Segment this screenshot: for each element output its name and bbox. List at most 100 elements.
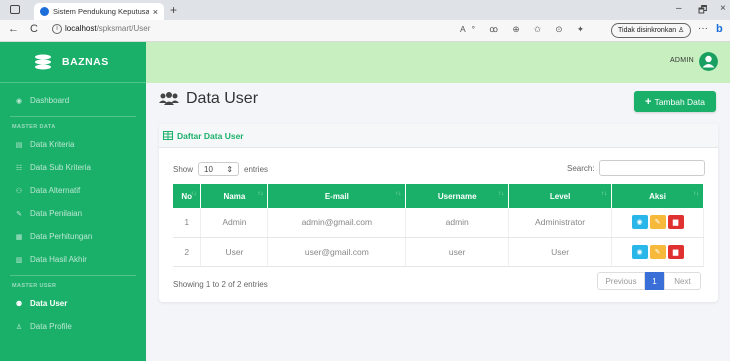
sidebar-item-data-user[interactable]: ⚉ Data User xyxy=(0,292,146,315)
reload-button[interactable]: C xyxy=(30,23,38,35)
entries-label: entries xyxy=(244,164,269,174)
sidebar-item-data-profile[interactable]: ♙ Data Profile xyxy=(0,315,146,338)
close-window-button[interactable]: × xyxy=(720,3,726,14)
show-label: Show xyxy=(173,164,194,174)
edit-button[interactable]: ✎ xyxy=(649,244,666,259)
bing-icon[interactable]: b xyxy=(716,23,723,35)
users-icon xyxy=(159,92,179,105)
more-menu-button[interactable]: ··· xyxy=(698,23,708,34)
edit-icon: ✎ xyxy=(654,219,661,227)
trash-icon: ▆ xyxy=(672,248,679,256)
tab-actions-icon[interactable] xyxy=(10,5,20,14)
search-input[interactable] xyxy=(598,160,705,176)
site-info-icon[interactable]: i xyxy=(52,24,62,34)
tab-close-icon[interactable]: × xyxy=(153,7,158,17)
column-header-label: E-mail xyxy=(324,191,349,201)
delete-button[interactable]: ▆ xyxy=(667,215,684,230)
cell-level: User xyxy=(508,237,613,267)
sidebar-item-data-perhitungan[interactable]: ▦ Data Perhitungan xyxy=(0,225,146,248)
brand[interactable]: BAZNAS xyxy=(0,42,146,83)
users-table: No ↑↓ Nama ↑↓ E-mail ↑↓ Username ↑↓ Level ↑↓ … xyxy=(173,184,704,267)
cell-nama: Admin xyxy=(200,208,269,238)
search-control: Search: xyxy=(567,160,705,176)
entries-length-control: Show 10 ⇕ entries xyxy=(173,162,268,176)
brand-logo-icon xyxy=(35,54,51,70)
previous-page-button[interactable]: Previous xyxy=(597,272,645,290)
brand-name: BAZNAS xyxy=(62,56,109,68)
search-label: Search: xyxy=(567,163,595,173)
delete-button[interactable]: ▆ xyxy=(667,244,684,259)
sort-icon: ↑↓ xyxy=(601,191,608,197)
tab-title: Sistem Pendukung Keputusan M xyxy=(53,7,149,16)
penilaian-icon: ✎ xyxy=(16,210,22,218)
edit-icon: ✎ xyxy=(654,248,661,256)
sub-kriteria-icon: ☷ xyxy=(15,164,23,172)
sync-status-button[interactable]: Tidak disinkronkan ♙ xyxy=(611,23,692,38)
column-header-nama[interactable]: Nama ↑↓ xyxy=(200,184,269,208)
cell-email: user@gmail.com xyxy=(267,237,407,267)
sidebar-item-label: Data Profile xyxy=(30,322,72,331)
sync-label: Tidak disinkronkan xyxy=(618,27,677,34)
sidebar-section-master-user: MASTER USER xyxy=(12,283,57,289)
add-data-button[interactable]: + Tambah Data xyxy=(634,91,716,112)
page-title-text: Data User xyxy=(186,90,259,107)
card-header: Daftar Data User xyxy=(159,124,718,148)
select-arrows-icon: ⇕ xyxy=(226,164,234,174)
column-header-level[interactable]: Level ↑↓ xyxy=(508,184,613,208)
browser-tab[interactable]: Sistem Pendukung Keputusan M × xyxy=(34,3,164,20)
user-menu-label[interactable]: ADMIN xyxy=(670,57,694,64)
column-header-label: Aksi xyxy=(649,191,666,201)
sidebar-item-label: Data Penilaian xyxy=(30,209,83,218)
back-button[interactable]: ← xyxy=(8,23,19,35)
cell-nama: User xyxy=(200,237,269,267)
url-field[interactable]: localhost/spksmart/User xyxy=(65,24,150,33)
restore-button[interactable]: 🗗 xyxy=(698,3,707,20)
view-button[interactable]: ◉ xyxy=(631,215,648,230)
next-page-button[interactable]: Next xyxy=(664,272,701,290)
column-header-email[interactable]: E-mail ↑↓ xyxy=(267,184,407,208)
cell-actions: ◉ ✎ ▆ xyxy=(611,237,704,267)
sidebar-item-data-kriteria[interactable]: ▤ Data Kriteria xyxy=(0,133,146,156)
sort-icon: ↑↓ xyxy=(257,191,264,197)
page-title: Data User xyxy=(158,90,258,108)
trash-icon: ▆ xyxy=(672,219,679,227)
cell-username: user xyxy=(405,237,510,267)
sidebar-item-data-penilaian[interactable]: ✎ Data Penilaian xyxy=(0,202,146,225)
sidebar-item-dashboard[interactable]: ◉ Dashboard xyxy=(0,89,146,112)
sidebar-divider xyxy=(10,275,136,276)
table-header-row: No ↑↓ Nama ↑↓ E-mail ↑↓ Username ↑↓ Level ↑↓ … xyxy=(173,184,704,208)
sort-icon: ↑↓ xyxy=(693,191,699,197)
new-tab-button[interactable]: + xyxy=(170,3,177,17)
sidebar-item-label: Data Hasil Akhir xyxy=(30,255,87,264)
sidebar-item-data-alternatif[interactable]: ⚇ Data Alternatif xyxy=(0,179,146,202)
column-header-aksi[interactable]: Aksi ↑↓ xyxy=(611,184,704,208)
avatar-icon[interactable] xyxy=(699,52,718,71)
sidebar-item-data-hasil-akhir[interactable]: ▥ Data Hasil Akhir xyxy=(0,248,146,271)
column-header-label: Username xyxy=(437,191,477,201)
url-host: localhost xyxy=(65,24,97,33)
table-row: 1 Admin admin@gmail.com admin Administra… xyxy=(173,208,704,238)
dashboard-icon: ◉ xyxy=(15,97,23,105)
hasil-akhir-icon: ▥ xyxy=(15,256,23,264)
eye-icon: ◉ xyxy=(636,219,643,227)
view-button[interactable]: ◉ xyxy=(631,244,648,259)
entries-select[interactable]: 10 ⇕ xyxy=(198,162,240,176)
kriteria-icon: ▤ xyxy=(15,141,23,149)
toolbar-icons[interactable]: A° ꝏ ⊕ ✩ ⊙ ✦ xyxy=(460,24,590,35)
column-header-no[interactable]: No ↑↓ xyxy=(173,184,202,208)
page-1-button[interactable]: 1 xyxy=(645,272,664,290)
column-header-label: Nama xyxy=(223,191,246,201)
sort-icon: ↑↓ xyxy=(190,191,197,197)
sidebar-item-label: Data Kriteria xyxy=(30,140,75,149)
cell-no: 1 xyxy=(173,208,202,238)
pagination: Previous 1 Next xyxy=(597,272,701,290)
data-card: Daftar Data User Show 10 ⇕ entries Searc… xyxy=(159,124,718,302)
edit-button[interactable]: ✎ xyxy=(649,215,666,230)
sidebar-item-data-sub-kriteria[interactable]: ☷ Data Sub Kriteria xyxy=(0,156,146,179)
minimize-button[interactable]: – xyxy=(676,3,682,14)
column-header-username[interactable]: Username ↑↓ xyxy=(405,184,510,208)
sidebar-item-label: Data Perhitungan xyxy=(30,232,93,241)
plus-icon: + xyxy=(645,95,652,108)
browser-titlebar: Sistem Pendukung Keputusan M × + – 🗗 × xyxy=(0,0,730,20)
profile-icon: ♙ xyxy=(15,323,23,331)
